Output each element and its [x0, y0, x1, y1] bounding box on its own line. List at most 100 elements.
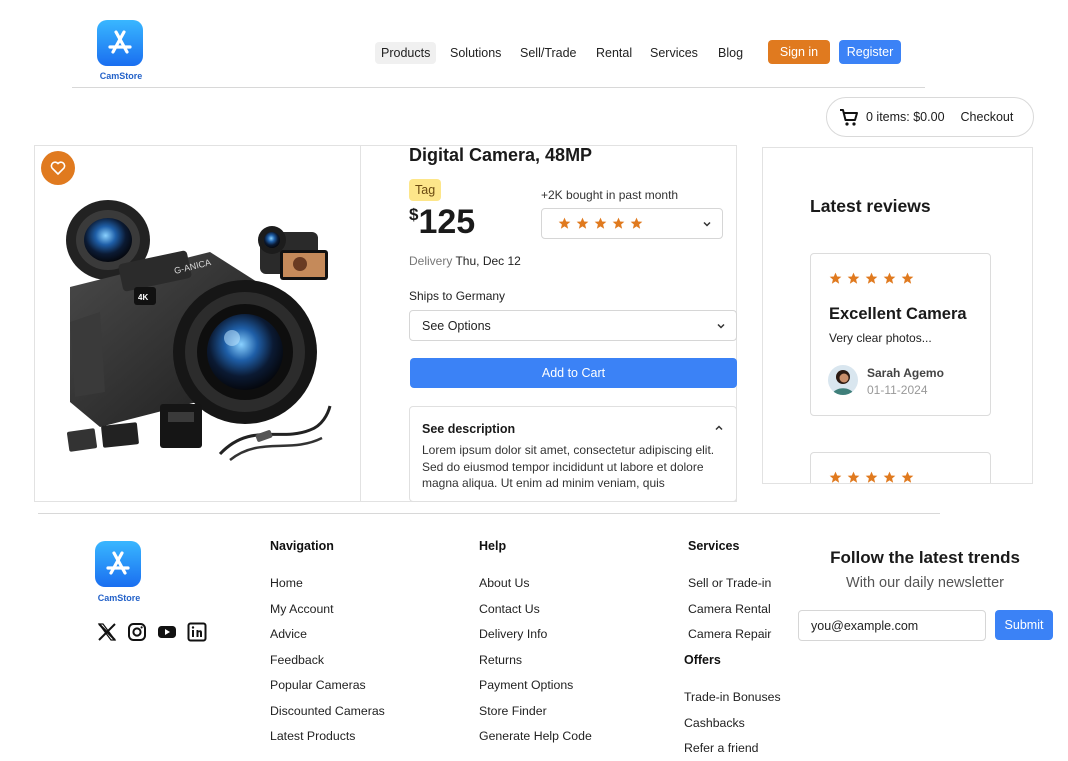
nav-rental[interactable]: Rental	[590, 42, 638, 64]
image-divider	[360, 145, 361, 502]
nav-blog[interactable]: Blog	[712, 42, 749, 64]
price-currency: $	[409, 205, 419, 224]
image-badge-text: 4K	[138, 293, 148, 302]
footer-logo[interactable]: CamStore	[95, 541, 143, 603]
rating-select[interactable]	[541, 208, 723, 239]
star-icon	[558, 217, 571, 229]
footer-link-generate-help-code[interactable]: Generate Help Code	[479, 729, 592, 743]
reviews-title: Latest reviews	[810, 196, 931, 216]
logo-icon	[95, 541, 141, 587]
bought-count: +2K bought in past month	[541, 188, 679, 202]
youtube-icon[interactable]	[157, 622, 177, 642]
newsletter-submit-button[interactable]: Submit	[995, 610, 1053, 640]
footer-link-my-account[interactable]: My Account	[270, 602, 334, 616]
footer-link-sell-trade-in[interactable]: Sell or Trade-in	[688, 576, 771, 590]
x-icon[interactable]	[97, 622, 117, 642]
footer-link-feedback[interactable]: Feedback	[270, 653, 324, 667]
footer-link-camera-repair[interactable]: Camera Repair	[688, 627, 771, 641]
review-card[interactable]: Excellent Camera Very clear photos... Sa…	[810, 253, 991, 416]
review-text: Very clear photos...	[829, 331, 932, 345]
ships-to: Ships to Germany	[409, 289, 506, 303]
chevron-down-icon	[717, 323, 725, 329]
delivery-info: Delivery Thu, Dec 12	[409, 254, 521, 268]
star-icon	[594, 217, 607, 229]
cart-summary: 0 items: $0.00	[866, 110, 945, 124]
footer-nav-title: Navigation	[270, 539, 334, 553]
description-panel: See description Lorem ipsum dolor sit am…	[409, 406, 737, 502]
brand-name: CamStore	[99, 71, 143, 81]
star-icon	[901, 471, 914, 483]
price-value: 125	[418, 203, 476, 241]
star-icon	[630, 217, 643, 229]
review-author: Sarah Agemo	[867, 366, 944, 380]
footer-link-advice[interactable]: Advice	[270, 627, 307, 641]
newsletter-subtitle: With our daily newsletter	[846, 575, 1004, 591]
product-tag: Tag	[409, 179, 442, 201]
footer-link-refer-a-friend[interactable]: Refer a friend	[684, 741, 759, 755]
star-icon	[612, 217, 625, 229]
footer-help-title: Help	[479, 539, 507, 553]
footer-offers-title: Offers	[684, 653, 721, 667]
chevron-up-icon	[715, 425, 723, 431]
star-icon	[883, 272, 896, 284]
footer-link-cashbacks[interactable]: Cashbacks	[684, 716, 745, 730]
review-stars	[829, 471, 914, 483]
header-logo[interactable]: CamStore	[97, 20, 145, 81]
brand-name: CamStore	[97, 593, 141, 603]
sign-in-button[interactable]: Sign in	[768, 40, 830, 64]
review-title: Excellent Camera	[829, 305, 967, 323]
review-date: 01-11-2024	[867, 383, 928, 397]
checkout-link[interactable]: Checkout	[961, 110, 1014, 124]
product-image[interactable]: G-ANICA 4K	[60, 192, 335, 462]
footer-link-about-us[interactable]: About Us	[479, 576, 530, 590]
footer-link-camera-rental[interactable]: Camera Rental	[688, 602, 771, 616]
avatar	[828, 365, 858, 395]
star-icon	[829, 471, 842, 483]
header-divider	[72, 87, 925, 88]
star-icon	[865, 471, 878, 483]
logo-icon	[97, 20, 143, 66]
star-icon	[576, 217, 589, 229]
footer-link-payment-options[interactable]: Payment Options	[479, 678, 573, 692]
footer-link-delivery-info[interactable]: Delivery Info	[479, 627, 547, 641]
instagram-icon[interactable]	[127, 622, 147, 642]
review-card[interactable]	[810, 452, 991, 483]
star-icon	[865, 272, 878, 284]
add-to-cart-button[interactable]: Add to Cart	[410, 358, 737, 388]
nav-services[interactable]: Services	[644, 42, 704, 64]
footer-services-title: Services	[688, 539, 740, 553]
options-select-value: See Options	[422, 319, 491, 333]
linkedin-icon[interactable]	[187, 622, 207, 642]
rating-stars	[558, 217, 643, 230]
cart-widget[interactable]: 0 items: $0.00 Checkout	[826, 97, 1034, 137]
star-icon	[847, 471, 860, 483]
nav-solutions[interactable]: Solutions	[444, 42, 507, 64]
description-text: Lorem ipsum dolor sit amet, consectetur …	[422, 443, 715, 490]
star-icon	[829, 272, 842, 284]
star-icon	[883, 471, 896, 483]
register-button[interactable]: Register	[839, 40, 901, 64]
nav-products[interactable]: Products	[375, 42, 437, 64]
footer-link-store-finder[interactable]: Store Finder	[479, 704, 547, 718]
footer-link-discounted-cameras[interactable]: Discounted Cameras	[270, 704, 385, 718]
product-title: Digital Camera, 48MP	[409, 145, 593, 165]
delivery-label: Delivery	[409, 254, 453, 268]
footer-link-returns[interactable]: Returns	[479, 653, 522, 667]
heart-icon	[50, 161, 66, 175]
price: $ 125	[409, 203, 475, 241]
newsletter-email-input[interactable]	[798, 610, 986, 641]
nav-sell-trade[interactable]: Sell/Trade	[514, 42, 583, 64]
footer-link-latest-products[interactable]: Latest Products	[270, 729, 355, 743]
favorite-button[interactable]	[41, 151, 75, 185]
review-stars	[829, 272, 914, 285]
footer-link-popular-cameras[interactable]: Popular Cameras	[270, 678, 366, 692]
footer-link-contact-us[interactable]: Contact Us	[479, 602, 540, 616]
options-select[interactable]: See Options	[409, 310, 737, 341]
description-title: See description	[422, 422, 516, 436]
star-icon	[901, 272, 914, 284]
cart-icon	[839, 107, 859, 127]
footer-link-trade-in-bonuses[interactable]: Trade-in Bonuses	[684, 690, 781, 704]
delivery-date: Thu, Dec 12	[455, 254, 521, 268]
footer-link-home[interactable]: Home	[270, 576, 303, 590]
description-toggle[interactable]: See description	[422, 420, 726, 436]
